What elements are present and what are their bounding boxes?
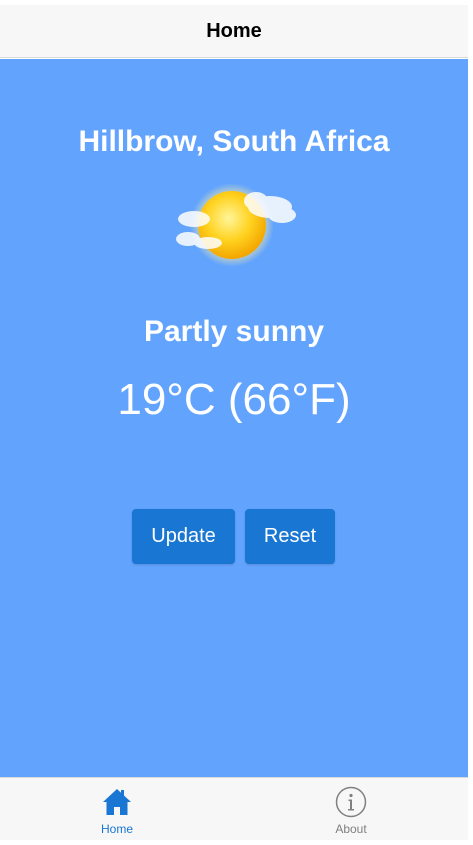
tab-about[interactable]: About	[234, 778, 468, 840]
weather-panel: Hillbrow, South Africa Partly sunny 19°C…	[0, 59, 468, 777]
tab-home[interactable]: Home	[0, 778, 234, 840]
bottom-tab-bar: Home About	[0, 777, 468, 840]
info-icon	[335, 786, 367, 818]
app-screen: Home Hillbrow, South Africa Partly sunny…	[0, 0, 468, 840]
location-label: Hillbrow, South Africa	[78, 125, 390, 158]
home-icon	[103, 789, 131, 815]
tab-about-label: About	[335, 822, 367, 836]
page-title: Home	[206, 19, 262, 42]
tab-home-label: Home	[100, 822, 133, 836]
update-button[interactable]: Update	[132, 509, 235, 564]
top-bar: Home	[0, 5, 468, 58]
temperature-label: 19°C (66°F)	[117, 375, 351, 424]
partly-sunny-icon	[176, 183, 296, 267]
reset-button[interactable]: Reset	[245, 509, 335, 564]
condition-label: Partly sunny	[143, 315, 325, 348]
